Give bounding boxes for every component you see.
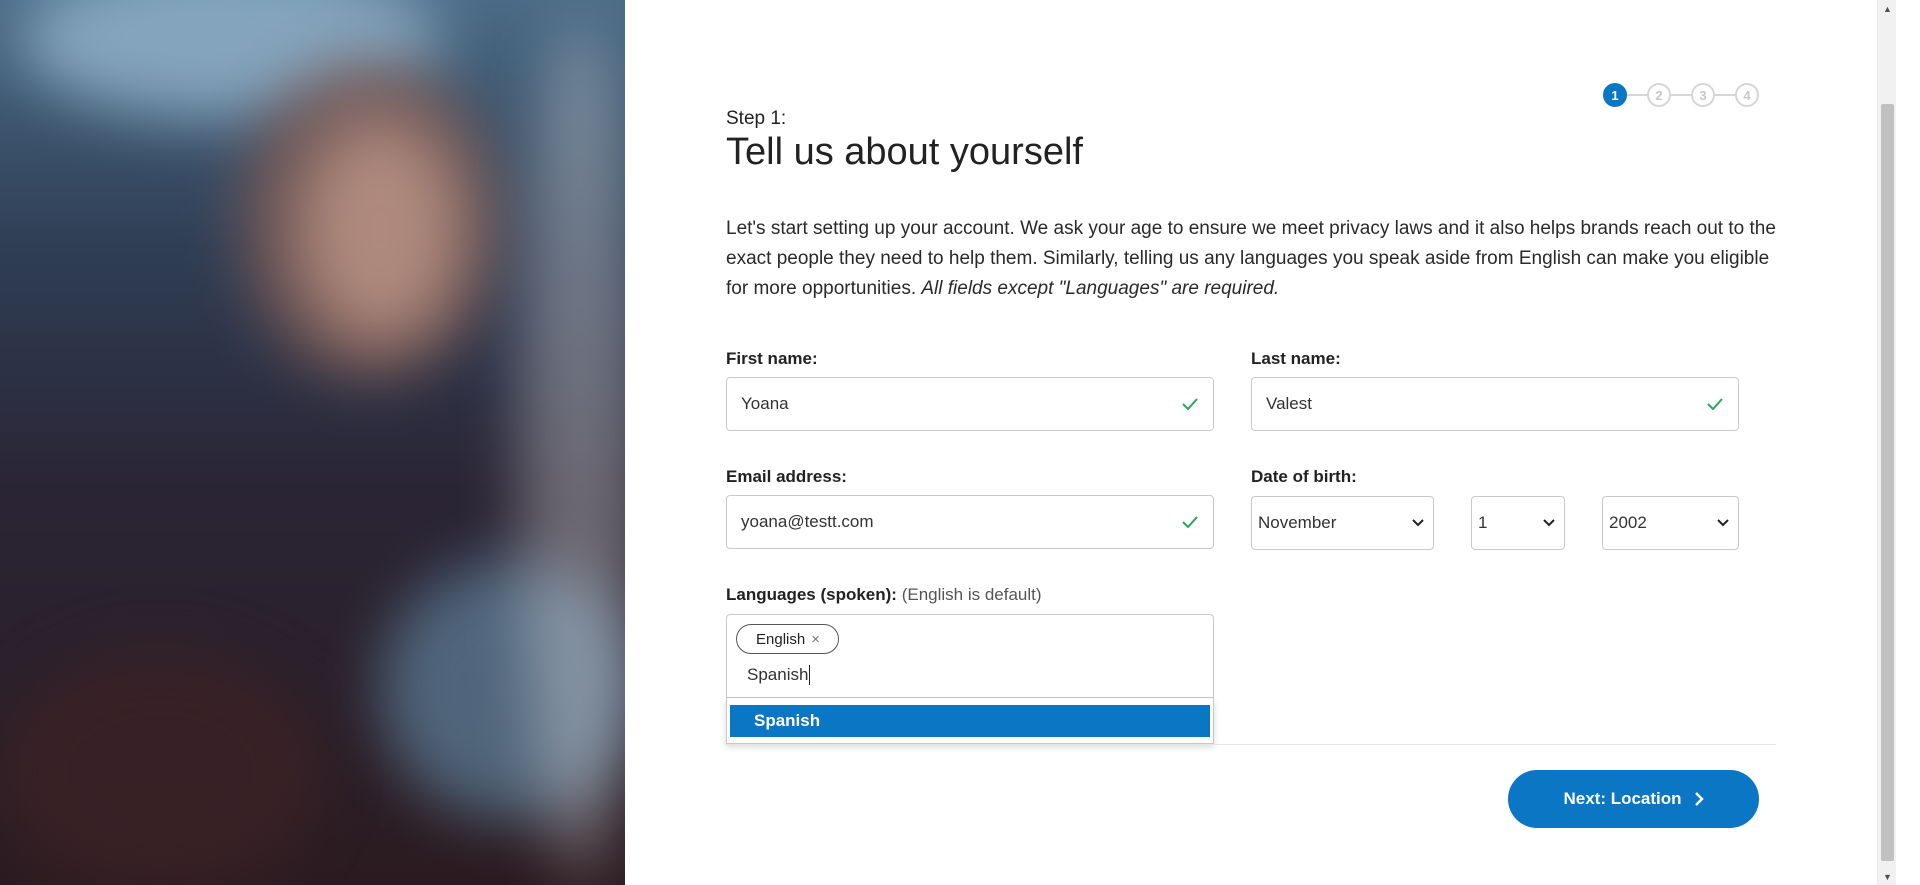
suggestion-item-spanish[interactable]: Spanish [730, 705, 1210, 737]
signup-form-panel: 1 2 3 4 Step 1: Tell us about yourself L… [726, 0, 1776, 885]
email-label: Email address: [726, 467, 847, 486]
last-name-value: Valest [1266, 394, 1312, 413]
dob-label: Date of birth: [1251, 467, 1357, 486]
vertical-scrollbar[interactable]: ▲ ▼ [1877, 0, 1896, 885]
remove-tag-icon[interactable]: × [811, 631, 820, 648]
step-label: Step 1: [726, 108, 787, 129]
page-title: Tell us about yourself [726, 131, 1083, 173]
dob-month-select[interactable]: November [1251, 496, 1434, 550]
next-button-label: Next: Location [1563, 789, 1682, 808]
dob-month-value: November [1258, 513, 1337, 532]
languages-label-text: Languages (spoken): [726, 585, 897, 604]
chevron-down-icon [1542, 516, 1556, 530]
intro-text: Let's start setting up your account. We … [726, 214, 1776, 304]
languages-suggestions: Spanish [726, 698, 1214, 744]
languages-multiselect[interactable]: English × Spanish [726, 614, 1214, 698]
required-note: All fields except "Languages" are requir… [921, 278, 1280, 299]
first-name-value: Yoana [741, 394, 789, 413]
step-3-indicator: 3 [1691, 83, 1715, 107]
hero-blur-shape [300, 120, 460, 340]
text-caret [809, 665, 811, 685]
email-value: yoana@testt.com [741, 512, 874, 531]
hero-image [0, 0, 625, 885]
language-tag-english: English × [736, 624, 839, 654]
progress-stepper: 1 2 3 4 [1603, 83, 1759, 107]
chevron-down-icon [1716, 516, 1730, 530]
check-icon [1181, 395, 1199, 413]
languages-label: Languages (spoken): (English is default) [726, 585, 1042, 605]
dob-day-value: 1 [1478, 513, 1488, 532]
step-connector [1627, 94, 1647, 96]
email-field[interactable]: yoana@testt.com [726, 495, 1214, 549]
language-tag-label: English [756, 630, 806, 648]
dob-year-select[interactable]: 2002 [1602, 496, 1739, 550]
dob-day-select[interactable]: 1 [1471, 496, 1565, 550]
step-4-indicator: 4 [1735, 83, 1759, 107]
next-location-button[interactable]: Next: Location [1508, 770, 1759, 828]
chevron-right-icon [1694, 791, 1704, 807]
check-icon [1706, 395, 1724, 413]
hero-blur-shape [0, 650, 320, 885]
scrollbar-thumb[interactable] [1881, 104, 1894, 861]
languages-search-input[interactable]: Spanish [747, 665, 811, 685]
form-divider [726, 744, 1776, 745]
languages-search-value: Spanish [747, 665, 809, 684]
first-name-field[interactable]: Yoana [726, 377, 1214, 431]
step-connector [1671, 94, 1691, 96]
step-1-indicator: 1 [1603, 83, 1627, 107]
check-icon [1181, 513, 1199, 531]
last-name-label: Last name: [1251, 349, 1341, 368]
chevron-down-icon [1411, 516, 1425, 530]
step-connector [1715, 94, 1735, 96]
scroll-up-arrow[interactable]: ▲ [1878, 0, 1897, 17]
scroll-down-arrow[interactable]: ▼ [1878, 868, 1897, 885]
first-name-label: First name: [726, 349, 818, 368]
dob-year-value: 2002 [1609, 513, 1647, 532]
languages-hint: (English is default) [901, 585, 1042, 604]
last-name-field[interactable]: Valest [1251, 377, 1739, 431]
step-2-indicator: 2 [1647, 83, 1671, 107]
